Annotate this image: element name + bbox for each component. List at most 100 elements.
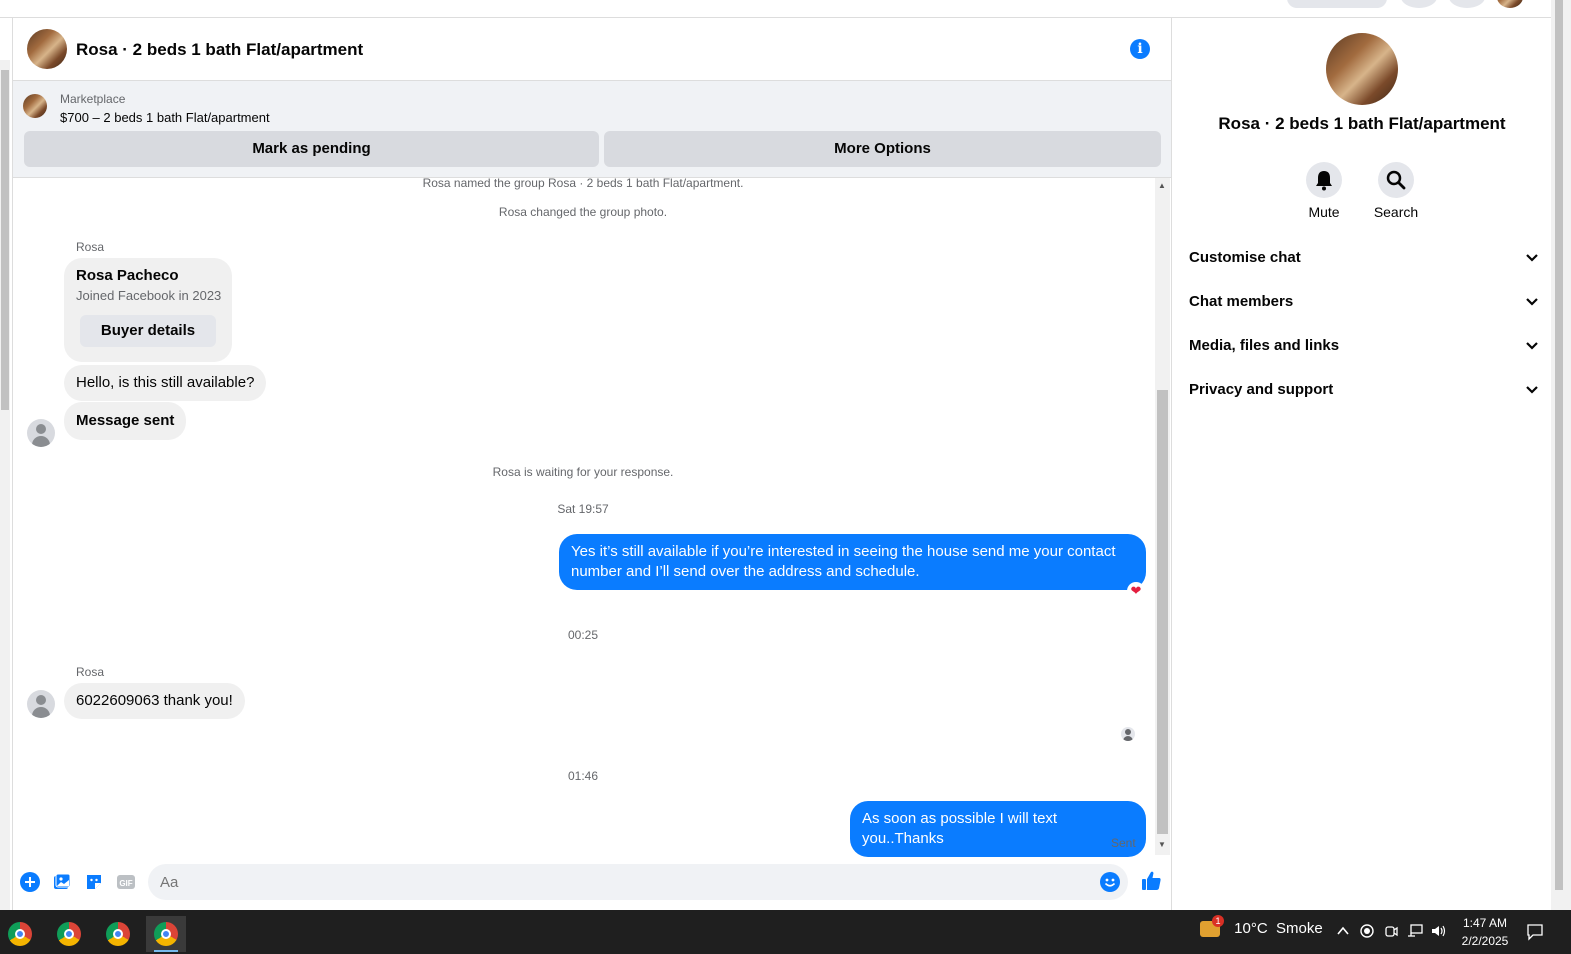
chat-avatar[interactable] [27,29,67,69]
clock-date: 2/2/2025 [1461,934,1509,948]
section-label: Chat members [1189,293,1294,310]
section-label: Privacy and support [1189,381,1334,398]
weather-text: 10°C Smoke [1234,920,1323,937]
page-scrollbar[interactable] [0,60,10,910]
message-list: Rosa named the group Rosa · 2 beds 1 bat… [13,176,1153,857]
chat-title[interactable]: Rosa · 2 beds 1 bath Flat/apartment [76,40,363,60]
search-icon [1386,170,1406,190]
bell-icon [1316,171,1332,191]
os-taskbar: 1 10°C Smoke 1:47 AM 2/2/2025 [0,910,1571,954]
buyer-details-button[interactable]: Buyer details [80,315,216,347]
chrome-icon [106,922,130,946]
camera-icon[interactable] [1384,924,1398,938]
timestamp: 01:46 [567,769,599,783]
chrome-icon [57,922,81,946]
listing-thumbnail[interactable] [23,94,47,118]
chevron-down-icon [1526,254,1538,262]
chrome-taskbar-app[interactable] [98,916,138,952]
weather-icon: 1 [1200,915,1224,938]
section-chat-members[interactable]: Chat members [1189,282,1539,322]
sticker-icon[interactable] [84,872,104,892]
chat-header: Rosa · 2 beds 1 bath Flat/apartment i [13,18,1171,81]
section-label: Media, files and links [1189,337,1340,354]
chevron-down-icon [1526,342,1538,350]
marketplace-label: Marketplace [60,92,126,106]
gif-icon[interactable]: GIF [116,872,136,892]
network-icon[interactable] [1407,924,1423,938]
system-message: Rosa is waiting for your response. [492,465,674,479]
photo-icon[interactable] [52,872,72,892]
incoming-message[interactable]: Message sent [64,402,187,440]
chrome-taskbar-app-active[interactable] [146,916,186,952]
thumbs-up-icon[interactable] [1140,870,1162,892]
notifications-icon[interactable] [1526,923,1544,941]
page-scrollbar-thumb[interactable] [1,70,9,410]
scroll-down-arrow-icon[interactable]: ▼ [1158,840,1166,849]
top-navigation-bar [0,0,1571,18]
section-privacy-support[interactable]: Privacy and support [1189,370,1539,410]
chat-pane: Rosa · 2 beds 1 bath Flat/apartment i Ma… [12,18,1172,910]
chrome-taskbar-app[interactable] [49,916,89,952]
emoji-icon[interactable] [1100,872,1120,892]
group-title: Rosa · 2 beds 1 bath Flat/apartment [1218,114,1506,133]
incoming-message[interactable]: Hello, is this still available? [64,365,267,401]
plus-circle-icon[interactable] [20,872,40,892]
weather-widget[interactable]: 1 10°C Smoke [1200,915,1323,938]
top-notifications-button[interactable] [1449,0,1485,8]
sender-name: Rosa [76,240,105,254]
chrome-taskbar-app[interactable] [0,916,40,952]
buyer-joined: Joined Facebook in 2023 [76,288,222,303]
active-indicator [154,950,178,952]
section-customise-chat[interactable]: Customise chat [1189,238,1539,278]
window-scrollbar[interactable] [1551,0,1571,910]
outgoing-message[interactable]: As soon as possible I will text you..Tha… [850,801,1146,857]
marketplace-banner: Marketplace $700 – 2 beds 1 bath Flat/ap… [13,81,1171,178]
top-nav-pill[interactable] [1287,0,1387,8]
sender-name: Rosa [76,665,105,679]
section-label: Customise chat [1189,249,1301,266]
outgoing-message[interactable]: Yes it’s still available if you’re inter… [559,534,1146,590]
record-icon[interactable] [1360,924,1374,938]
search-button[interactable]: Search [1366,162,1426,220]
buyer-name: Rosa Pacheco [76,267,179,284]
weather-badge: 1 [1212,915,1224,928]
chevron-down-icon [1526,298,1538,306]
system-clock[interactable]: 1:47 AM 2/2/2025 [1450,914,1520,950]
info-icon[interactable]: i [1130,39,1150,59]
chevron-up-icon[interactable] [1336,924,1350,938]
heart-reaction-icon[interactable]: ❤ [1127,582,1145,600]
system-message: Rosa named the group Rosa · 2 beds 1 bat… [422,176,744,190]
message-composer: GIF [13,855,1171,910]
buyer-card: Rosa Pacheco Joined Facebook in 2023 Buy… [64,258,232,362]
contact-avatar[interactable] [27,690,55,718]
mute-label: Mute [1308,204,1340,220]
section-media-files-links[interactable]: Media, files and links [1189,326,1539,366]
volume-icon[interactable] [1431,924,1447,938]
search-label: Search [1373,204,1419,220]
chat-scrollbar[interactable]: ▲ ▼ [1155,178,1170,855]
chat-scrollbar-thumb[interactable] [1157,390,1168,834]
chrome-icon [154,922,178,946]
window-scrollbar-thumb[interactable] [1555,0,1563,890]
chat-info-panel: Rosa · 2 beds 1 bath Flat/apartment Mute… [1173,18,1551,910]
system-message: Rosa changed the group photo. [498,205,668,219]
group-avatar[interactable] [1326,33,1398,105]
listing-title[interactable]: $700 – 2 beds 1 bath Flat/apartment [60,110,270,125]
mark-as-pending-button[interactable]: Mark as pending [24,131,599,167]
message-input[interactable] [148,864,1128,900]
timestamp: Sat 19:57 [557,502,609,516]
delivery-status: Sent [1111,836,1136,850]
read-receipt-avatar [1121,727,1135,741]
gif-label: GIF [119,879,132,888]
chrome-icon [8,922,32,946]
clock-time: 1:47 AM [1462,916,1508,930]
more-options-button[interactable]: More Options [604,131,1161,167]
top-menu-button[interactable] [1401,0,1437,8]
chevron-down-icon [1526,386,1538,394]
mute-button[interactable]: Mute [1294,162,1354,220]
profile-avatar[interactable] [1497,0,1523,8]
scroll-up-arrow-icon[interactable]: ▲ [1158,181,1166,190]
contact-avatar[interactable] [27,419,55,447]
timestamp: 00:25 [567,628,599,642]
incoming-message[interactable]: 6022609063 thank you! [64,683,245,719]
